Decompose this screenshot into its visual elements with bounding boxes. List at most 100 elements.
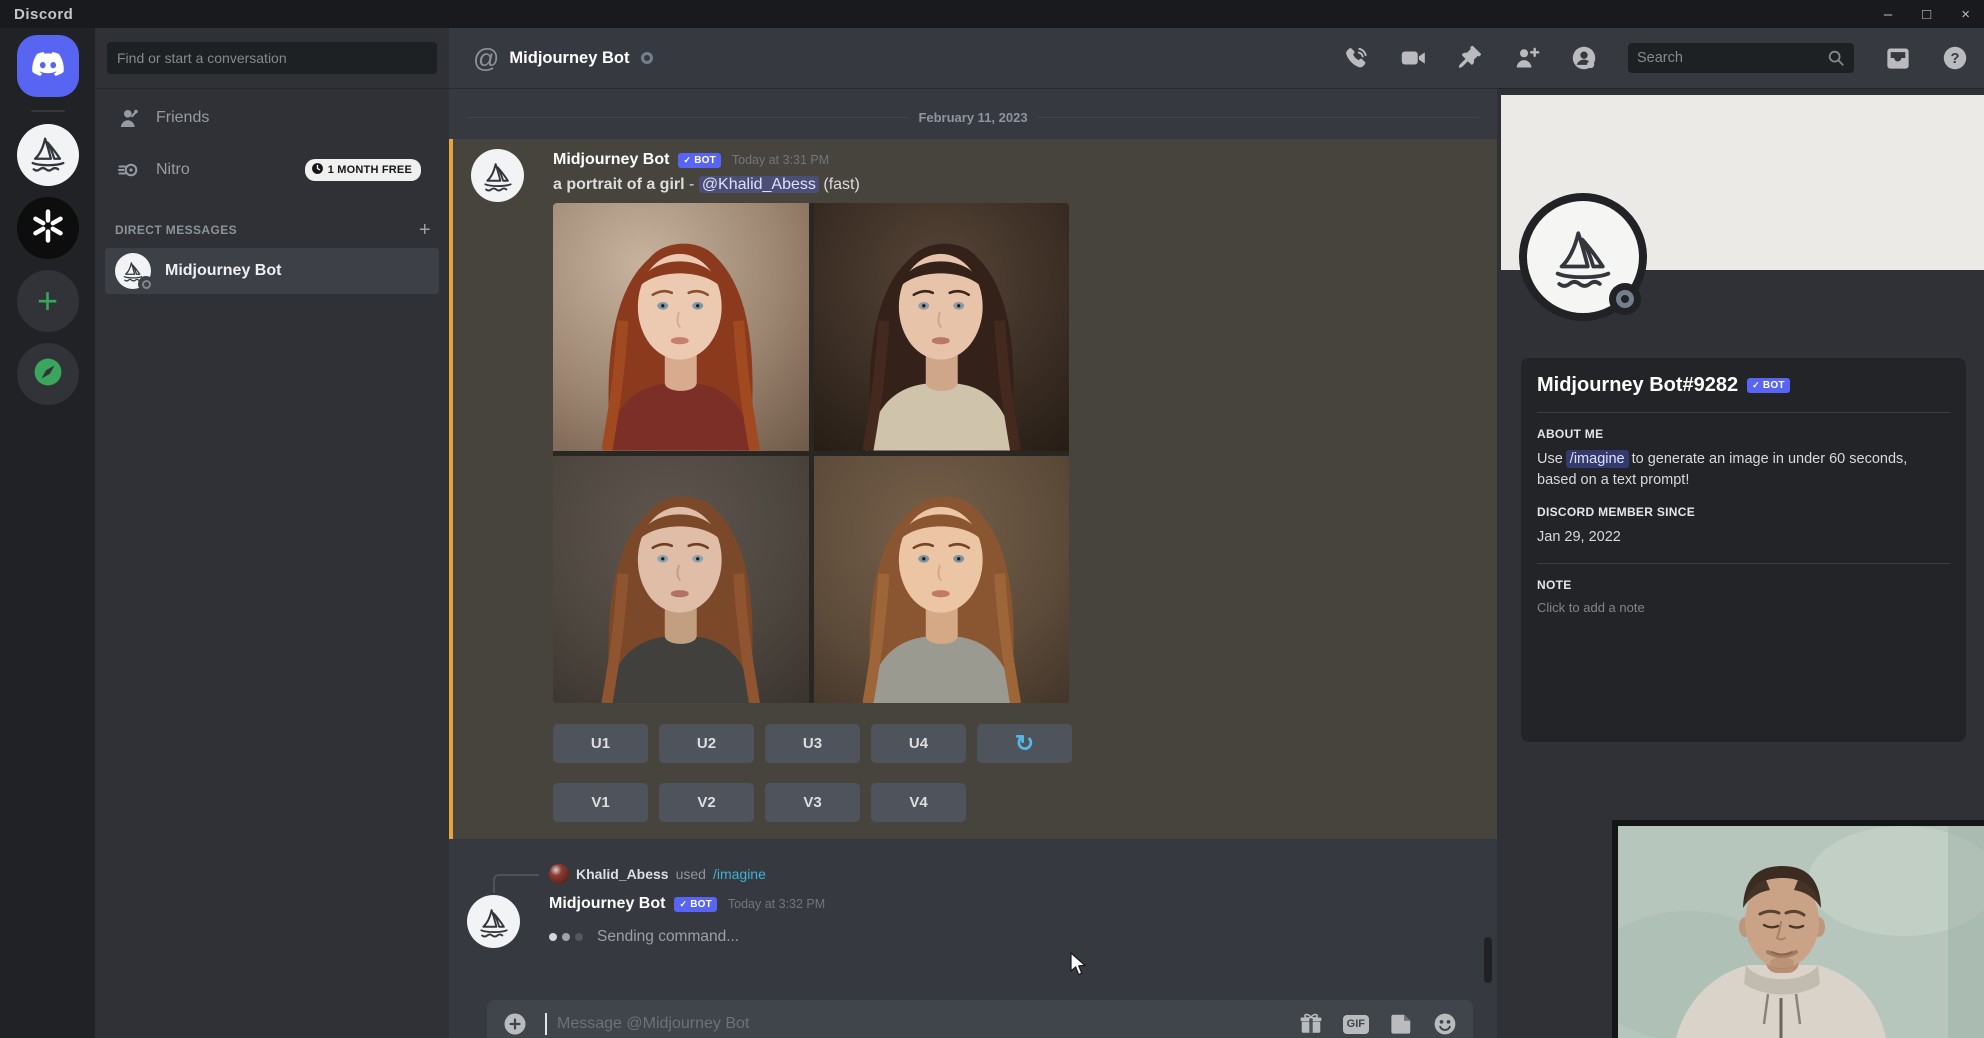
message-header: Midjourney Bot ✓ BOT Today at 3:31 PM — [553, 149, 1497, 171]
button-v3[interactable]: V3 — [765, 783, 860, 822]
dash: - — [689, 176, 694, 193]
clock-icon — [311, 162, 324, 178]
verified-check-icon: ✓ — [679, 899, 687, 910]
user-avatar — [549, 864, 569, 884]
user-profile-button[interactable] — [1571, 45, 1597, 71]
reroll-button[interactable]: ↻ — [977, 724, 1072, 763]
button-v1[interactable]: V1 — [553, 783, 648, 822]
dm-item-midjourney-bot[interactable]: Midjourney Bot — [105, 248, 439, 294]
server-icon-chatgpt[interactable] — [17, 197, 79, 259]
reply-used-text: used — [676, 866, 706, 882]
minimize-button[interactable]: – — [1884, 7, 1892, 22]
message-input[interactable]: Message @Midjourney Bot GIF — [487, 1000, 1473, 1038]
input-actions: GIF — [1299, 1012, 1457, 1036]
sending-status-text: Sending command... — [597, 928, 739, 946]
add-server-button[interactable]: + — [17, 270, 79, 332]
nitro-icon — [117, 158, 141, 182]
dm-header-label: DIRECT MESSAGES — [115, 223, 237, 237]
create-dm-button[interactable]: + — [419, 220, 431, 240]
maximize-button[interactable]: □ — [1922, 7, 1931, 22]
verified-check-icon: ✓ — [683, 155, 691, 166]
member-since-label: DISCORD MEMBER SINCE — [1537, 505, 1950, 519]
portrait-image-4 — [814, 456, 1070, 704]
reply-author[interactable]: Khalid_Abess — [576, 866, 669, 882]
chat-header: @ Midjourney Bot — [449, 28, 1984, 88]
message-input-placeholder: Message @Midjourney Bot — [557, 1015, 749, 1033]
button-u1[interactable]: U1 — [553, 724, 648, 763]
nav-nitro[interactable]: Nitro 1 MONTH FREE — [105, 148, 439, 192]
button-u4[interactable]: U4 — [871, 724, 966, 763]
date-divider: February 11, 2023 — [467, 110, 1479, 125]
prompt-text: a portrait of a girl — [553, 176, 685, 193]
sending-status: Sending command... — [549, 925, 1497, 949]
avatar[interactable] — [471, 149, 524, 202]
button-u2[interactable]: U2 — [659, 724, 754, 763]
server-icon-midjourney[interactable] — [17, 124, 79, 186]
sticker-icon[interactable] — [1389, 1012, 1413, 1036]
reply-context[interactable]: Khalid_Abess used /imagine — [549, 863, 1497, 885]
generated-image-grid[interactable] — [553, 203, 1069, 703]
add-friend-button[interactable] — [1514, 45, 1540, 71]
video-call-button[interactable] — [1400, 45, 1426, 71]
timestamp: Today at 3:31 PM — [732, 153, 829, 167]
typing-dot — [575, 933, 583, 941]
divider — [1537, 412, 1950, 413]
home-button[interactable] — [17, 35, 79, 97]
bot-badge: ✓ BOT — [1747, 378, 1789, 393]
gif-picker-button[interactable]: GIF — [1343, 1015, 1369, 1034]
verified-check-icon: ✓ — [1752, 380, 1760, 391]
speed-suffix: (fast) — [823, 176, 859, 193]
nitro-free-badge[interactable]: 1 MONTH FREE — [305, 159, 421, 181]
nav-friends[interactable]: Friends — [105, 96, 439, 140]
author-name[interactable]: Midjourney Bot — [549, 895, 665, 913]
chat-title: Midjourney Bot — [509, 49, 629, 68]
offline-status-icon — [641, 52, 653, 64]
explore-button[interactable] — [17, 343, 79, 405]
button-u3[interactable]: U3 — [765, 724, 860, 763]
user-mention[interactable]: @Khalid_Abess — [699, 176, 819, 193]
bot-badge: ✓ BOT — [674, 897, 716, 912]
about-me-text: Use/imagineto generate an image in under… — [1537, 449, 1950, 491]
chat-scrollbar[interactable] — [1484, 937, 1492, 983]
help-button[interactable]: ? — [1942, 45, 1968, 71]
chatgpt-logo-icon — [28, 206, 68, 251]
portrait-image-3 — [553, 456, 809, 704]
titlebar: Discord – □ × — [0, 0, 1984, 28]
divider — [1537, 563, 1950, 564]
close-button[interactable]: × — [1961, 7, 1970, 22]
member-since-value: Jan 29, 2022 — [1537, 527, 1950, 548]
attach-plus-icon[interactable] — [503, 1012, 527, 1036]
compass-icon — [31, 355, 65, 394]
imagine-command-pill[interactable]: /imagine — [1566, 450, 1629, 468]
typing-dot — [549, 933, 557, 941]
profile-avatar[interactable] — [1519, 193, 1647, 321]
conversation-search[interactable]: Find or start a conversation — [107, 42, 437, 74]
author-name[interactable]: Midjourney Bot — [553, 151, 669, 169]
avatar[interactable] — [467, 895, 520, 948]
window-controls: – □ × — [1884, 7, 1970, 22]
emoji-icon[interactable] — [1433, 1012, 1457, 1036]
sidebar-top: Find or start a conversation — [95, 28, 449, 88]
dm-name-label: Midjourney Bot — [165, 262, 281, 280]
webcam-video — [1618, 826, 1984, 1038]
nav-friends-label: Friends — [156, 109, 209, 127]
date-divider-label: February 11, 2023 — [918, 110, 1027, 125]
button-v2[interactable]: V2 — [659, 783, 754, 822]
note-input[interactable]: Click to add a note — [1537, 600, 1950, 615]
header-actions: Search ? — [1343, 43, 1968, 73]
dm-avatar — [115, 253, 151, 289]
friends-icon — [117, 106, 141, 130]
nitro-free-badge-label: 1 MONTH FREE — [328, 164, 412, 176]
note-label: NOTE — [1537, 578, 1950, 592]
timestamp: Today at 3:32 PM — [728, 897, 825, 911]
voice-call-button[interactable] — [1343, 45, 1369, 71]
server-rail: + — [0, 28, 95, 1038]
search-input[interactable]: Search — [1628, 43, 1854, 73]
inbox-button[interactable] — [1885, 45, 1911, 71]
button-v4[interactable]: V4 — [871, 783, 966, 822]
conversation-search-placeholder: Find or start a conversation — [117, 50, 287, 66]
gift-icon[interactable] — [1299, 1012, 1323, 1036]
imagine-command-link[interactable]: /imagine — [713, 866, 766, 882]
pin-icon[interactable] — [1457, 45, 1483, 71]
reply-spine — [493, 874, 539, 893]
